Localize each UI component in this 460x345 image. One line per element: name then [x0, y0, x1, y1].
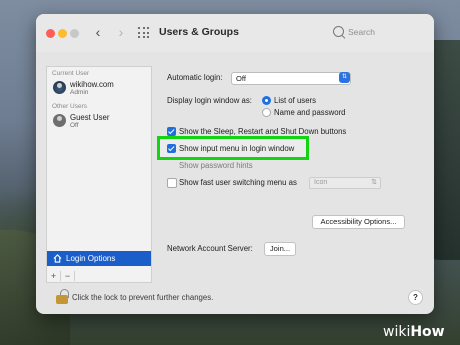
display-login-label: Display login window as: [167, 96, 252, 105]
minimize-window-button[interactable] [58, 29, 67, 38]
lock-text: Click the lock to prevent further change… [72, 293, 214, 302]
chevron-updown-icon: ⇅ [339, 72, 350, 83]
lock-bar: Click the lock to prevent further change… [36, 286, 434, 314]
network-account-server-label: Network Account Server: [167, 244, 253, 253]
user-name: wikihow.com [70, 80, 114, 89]
radio-name-and-password[interactable] [262, 108, 271, 117]
show-sleep-buttons-label: Show the Sleep, Restart and Shut Down bu… [179, 127, 347, 136]
automatic-login-value: Off [236, 74, 246, 83]
user-role: Admin [70, 89, 89, 96]
fast-user-switching-label: Show fast user switching menu as [179, 178, 297, 187]
automatic-login-select[interactable]: Off ⇅ [231, 72, 351, 85]
checkbox-show-input-menu[interactable] [167, 144, 176, 153]
house-icon [53, 254, 62, 263]
user-role: Off [70, 122, 79, 129]
chevron-updown-icon: ⇅ [371, 179, 377, 186]
forward-arrow-icon[interactable]: › [114, 24, 128, 40]
title-bar: ‹ › Users & Groups Search [36, 14, 434, 52]
back-arrow-icon[interactable]: ‹ [91, 24, 105, 40]
avatar [53, 81, 66, 94]
remove-user-button[interactable]: − [61, 271, 75, 281]
sidebar-item-current-user[interactable]: wikihow.com Admin [53, 79, 149, 101]
user-name: Guest User [70, 113, 110, 122]
zoom-window-button[interactable] [70, 29, 79, 38]
show-all-grid-icon[interactable] [138, 27, 150, 39]
close-window-button[interactable] [46, 29, 55, 38]
show-input-menu-label: Show input menu in login window [179, 144, 295, 153]
wikihow-watermark: wikiHow [383, 324, 445, 340]
users-sidebar: Current User wikihow.com Admin Other Use… [46, 66, 152, 274]
join-button[interactable]: Join... [264, 242, 296, 256]
accessibility-options-button[interactable]: Accessibility Options... [312, 215, 405, 229]
radio-list-of-users-label: List of users [274, 96, 317, 105]
avatar [53, 114, 66, 127]
fast-switching-select[interactable]: Icon ⇅ [309, 177, 381, 189]
automatic-login-label: Automatic login: [167, 73, 223, 82]
add-remove-bar: + − [46, 271, 152, 283]
help-button[interactable]: ? [408, 290, 423, 305]
show-password-hints-label: Show password hints [179, 161, 253, 170]
lock-icon[interactable] [56, 289, 69, 304]
radio-name-and-password-label: Name and password [274, 108, 346, 117]
radio-list-of-users[interactable] [262, 96, 271, 105]
login-options-label: Login Options [66, 254, 116, 263]
search-placeholder: Search [348, 27, 375, 37]
current-user-header: Current User [52, 70, 90, 77]
search-field[interactable]: Search [333, 26, 423, 40]
window-title: Users & Groups [159, 26, 239, 38]
search-icon [333, 26, 344, 37]
checkbox-show-sleep-buttons[interactable] [167, 127, 176, 136]
sidebar-item-guest-user[interactable]: Guest User Off [53, 112, 149, 134]
fast-switching-value: Icon [314, 179, 328, 186]
sidebar-item-login-options[interactable]: Login Options [47, 251, 151, 266]
add-user-button[interactable]: + [47, 271, 61, 281]
other-users-header: Other Users [52, 103, 88, 110]
checkbox-fast-user-switching[interactable] [167, 178, 177, 188]
